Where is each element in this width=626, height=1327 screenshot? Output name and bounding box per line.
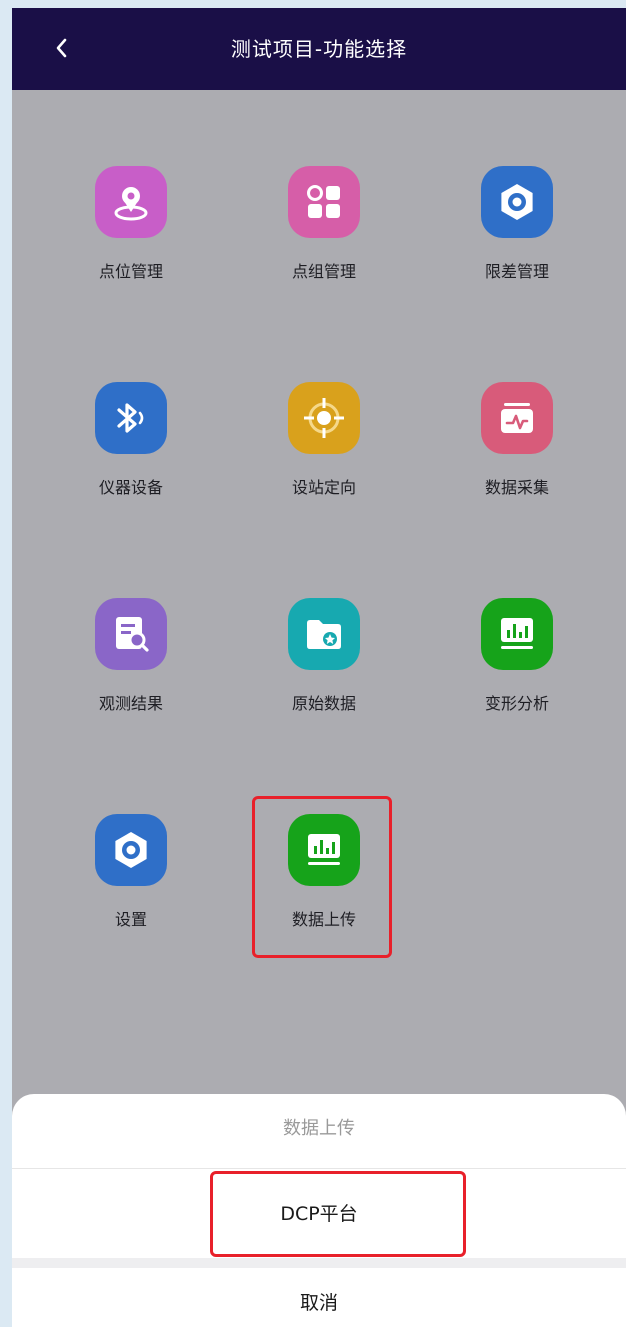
menu-item-label: 变形分析 (484, 694, 549, 713)
menu-item-data-collection[interactable]: 数据采集 (446, 382, 586, 532)
menu-item-label: 观测结果 (98, 694, 163, 713)
menu-item-point-group-management[interactable]: 点组管理 (253, 166, 393, 316)
chart-icon (481, 598, 553, 670)
menu-item-label: 设站定向 (291, 478, 356, 497)
menu-item-instrument[interactable]: 仪器设备 (60, 382, 200, 532)
menu-item-point-management[interactable]: 点位管理 (60, 166, 200, 316)
folder-icon (288, 598, 360, 670)
wave-icon (481, 382, 553, 454)
menu-item-label: 限差管理 (484, 262, 549, 281)
cancel-button[interactable]: 取消 (12, 1268, 626, 1327)
bluetooth-icon (95, 382, 167, 454)
menu-item-observation-results[interactable]: 观测结果 (60, 598, 200, 748)
page-title: 测试项目-功能选择 (230, 37, 408, 61)
menu-item-label: 设置 (114, 910, 147, 929)
grid-icon (288, 166, 360, 238)
gear-icon (95, 814, 167, 886)
menu-item-station-orientation[interactable]: 设站定向 (253, 382, 393, 532)
map-pin-icon (95, 166, 167, 238)
action-sheet-title: 数据上传 (283, 1118, 355, 1139)
menu-item-data-upload[interactable]: 数据上传 (253, 814, 393, 964)
action-sheet: 数据上传 DCP平台 取消 (12, 1094, 626, 1327)
menu-item-label: 数据上传 (291, 910, 356, 929)
menu-item-tolerance-management[interactable]: 限差管理 (446, 166, 586, 316)
divider (12, 1168, 626, 1169)
menu-item-settings[interactable]: 设置 (60, 814, 200, 964)
menu-item-label: 数据采集 (484, 478, 549, 497)
menu-item-label: 仪器设备 (98, 478, 163, 497)
menu-item-label: 原始数据 (291, 694, 356, 713)
gear-icon (481, 166, 553, 238)
header-bar: 测试项目-功能选择 (12, 8, 626, 90)
crosshair-icon (288, 382, 360, 454)
phone-screen: 测试项目-功能选择 点位管理 点组管理 限差管理 仪器设备 设站定向 数据采集 … (12, 8, 626, 1327)
menu-item-label: 点位管理 (98, 262, 163, 281)
menu-item-deformation-analysis[interactable]: 变形分析 (446, 598, 586, 748)
menu-item-label: 点组管理 (291, 262, 356, 281)
report-icon (95, 598, 167, 670)
menu-item-raw-data[interactable]: 原始数据 (253, 598, 393, 748)
divider (12, 1258, 626, 1268)
chart-icon (288, 814, 360, 886)
function-grid: 点位管理 点组管理 限差管理 仪器设备 设站定向 数据采集 观测结果 原始数据 … (12, 90, 626, 1110)
dcp-platform-option[interactable]: DCP平台 (12, 1170, 626, 1258)
